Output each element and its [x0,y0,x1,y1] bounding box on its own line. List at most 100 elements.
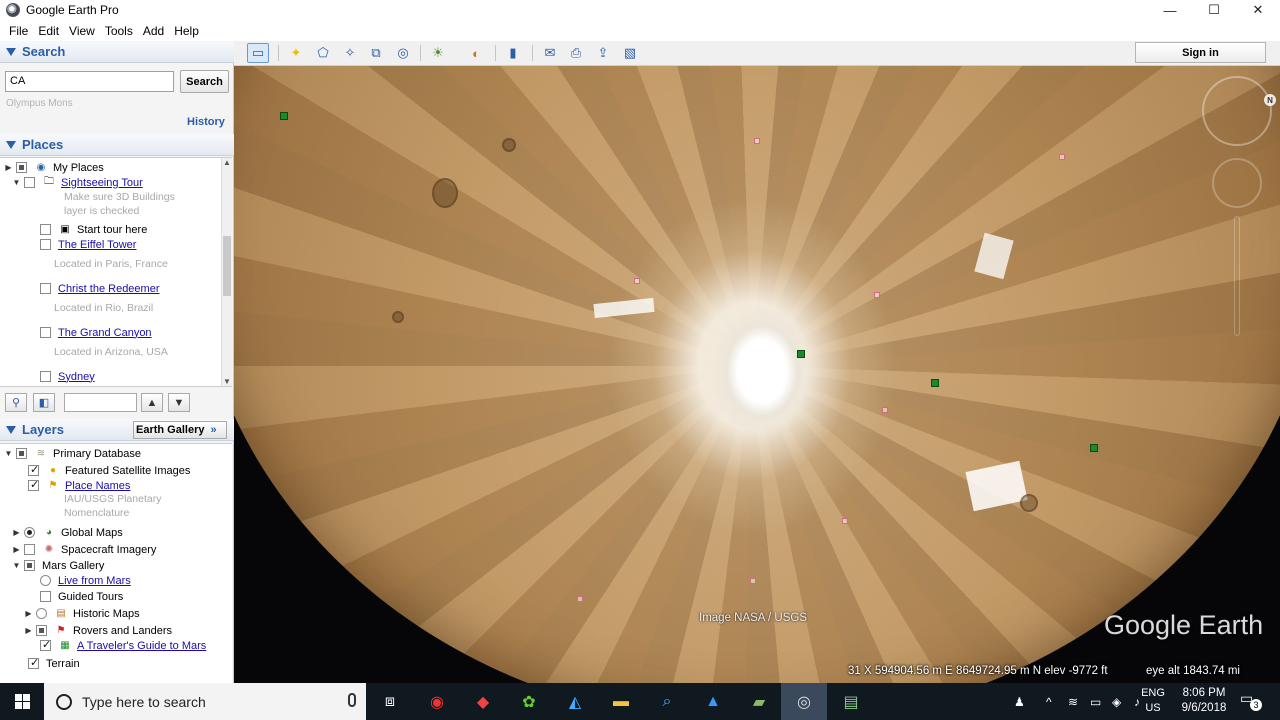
tree-row-my-places[interactable]: ▶ ◉ My Places [4,160,103,175]
app-icon[interactable]: ◆ [469,688,497,716]
layer-row[interactable]: ▼ ≋ Primary Database [4,446,142,461]
navigation-compass[interactable] [1202,76,1272,146]
place-marker-icon[interactable] [882,407,888,413]
places-scrollbar[interactable]: ▲ ▼ [221,158,232,386]
checkbox[interactable] [28,478,39,491]
earth-gallery-button[interactable]: Earth Gallery » [133,421,227,439]
layer-row[interactable]: ▼ Mars Gallery [12,558,105,573]
collapse-icon[interactable]: ▼ [12,561,21,570]
language-indicator[interactable]: ENG US [1138,686,1168,716]
print-icon[interactable]: ⎙ [565,43,587,63]
historical-imagery-icon[interactable]: ☀ [427,43,449,63]
checkbox[interactable] [40,239,51,250]
checkbox[interactable] [16,448,27,459]
search-button[interactable]: Search [180,70,229,93]
task-view-icon[interactable]: ⧈ [376,688,404,716]
layer-row[interactable]: ▶ ✺ Spacecraft Imagery [12,542,156,557]
search-input[interactable]: CA [5,71,174,92]
maps-icon[interactable]: ▧ [619,43,641,63]
microphone-icon[interactable] [348,693,356,707]
close-button[interactable]: ✕ [1236,0,1280,20]
planet-switch-icon[interactable]: ◐ [465,43,487,63]
layer-link[interactable]: Live from Mars [58,575,131,587]
app-icon[interactable]: ⌕ [653,688,681,716]
place-marker-icon[interactable] [874,292,880,298]
collapse-icon[interactable]: ▼ [12,178,21,187]
record-tour-icon[interactable]: ◎ [392,43,414,63]
radio-button[interactable] [40,575,51,586]
google-earth-taskbar-icon[interactable]: ◎ [790,688,818,716]
dropbox-icon[interactable]: ◈ [1112,695,1134,709]
ruler-icon[interactable]: ▮ [502,43,524,63]
people-icon[interactable]: ♟ [1014,695,1032,709]
history-link[interactable]: History [187,116,225,128]
guide-marker-icon[interactable] [931,379,939,387]
layer-row[interactable]: ▶ ▤ Historic Maps [24,606,139,621]
checkbox[interactable] [24,560,35,571]
place-marker-icon[interactable] [1059,154,1065,160]
menu-file[interactable]: File [4,24,33,38]
layer-link[interactable]: Place Names [65,480,130,492]
place-marker-icon[interactable] [754,138,760,144]
guide-marker-icon[interactable] [280,112,288,120]
menu-tools[interactable]: Tools [100,24,138,38]
place-marker-icon[interactable] [750,578,756,584]
add-polygon-icon[interactable]: ⬠ [312,43,334,63]
layer-row[interactable]: ● Featured Satellite Images [28,463,190,478]
panel-toggle-icon[interactable]: ◧ [33,393,55,412]
battery-icon[interactable]: ▭ [1090,695,1112,709]
checkbox[interactable] [40,283,51,294]
place-link[interactable]: The Eiffel Tower [58,239,136,251]
place-link[interactable]: Sydney [58,371,95,383]
guide-marker-icon[interactable] [797,350,805,358]
tilt-control[interactable] [1212,158,1262,208]
chrome-icon[interactable]: ◉ [423,688,451,716]
app-icon[interactable]: ✿ [515,688,543,716]
move-up-icon[interactable]: ▲ [141,393,163,412]
checkbox[interactable] [28,463,39,476]
layer-row[interactable]: ⚑ Place Names [28,478,130,493]
checkbox[interactable] [40,224,51,235]
north-indicator[interactable]: N [1264,94,1276,106]
email-icon[interactable]: ✉ [539,43,561,63]
layer-link[interactable]: A Traveler's Guide to Mars [77,640,206,652]
scroll-thumb[interactable] [223,236,231,296]
expand-icon[interactable]: ▶ [4,163,13,172]
search-panel-header[interactable]: Search [0,41,234,63]
layer-row[interactable]: Guided Tours [40,589,123,604]
tree-row-tour[interactable]: ▼ 🗀 Sightseeing Tour [12,175,143,190]
checkbox[interactable] [24,177,35,188]
taskbar-search[interactable]: Type here to search [44,683,366,720]
place-item[interactable]: The Grand Canyon [40,325,152,340]
earth-3d-view[interactable]: N Image NASA / USGS Google Earth 31 X 59… [234,66,1280,683]
expand-icon[interactable]: ▶ [24,626,33,635]
place-marker-icon[interactable] [577,596,583,602]
checkbox[interactable] [40,371,51,382]
checkbox[interactable] [40,327,51,338]
app-icon[interactable]: ◭ [561,688,589,716]
checkbox[interactable] [40,591,51,602]
checkbox[interactable] [24,544,35,555]
expand-icon[interactable]: ▶ [12,528,21,537]
wifi-icon[interactable]: ≋ [1068,695,1090,709]
action-center-icon[interactable]: ▭ 3 [1240,690,1262,711]
maximize-button[interactable]: ☐ [1192,0,1236,20]
layer-row[interactable]: Terrain [28,656,80,671]
tree-row-start-tour[interactable]: ▣ Start tour here [40,222,147,237]
app-icon[interactable]: ▤ [837,688,865,716]
collapse-icon[interactable]: ▼ [4,449,13,458]
places-filter-input[interactable] [64,393,137,412]
save-image-icon[interactable]: ⇪ [592,43,614,63]
search-icon[interactable]: ⚲ [5,393,27,412]
mars-globe-imagery[interactable] [234,66,1280,683]
scroll-down-icon[interactable]: ▼ [222,377,232,386]
radio-button[interactable] [36,608,47,619]
checkbox[interactable] [28,656,39,669]
place-item[interactable]: Sydney [40,369,95,384]
menu-add[interactable]: Add [138,24,169,38]
place-link[interactable]: The Grand Canyon [58,327,152,339]
tray-overflow-icon[interactable]: ^ [1046,695,1068,709]
layer-row[interactable]: Live from Mars [40,573,131,588]
start-button[interactable] [0,683,44,720]
minimize-button[interactable]: — [1148,0,1192,20]
